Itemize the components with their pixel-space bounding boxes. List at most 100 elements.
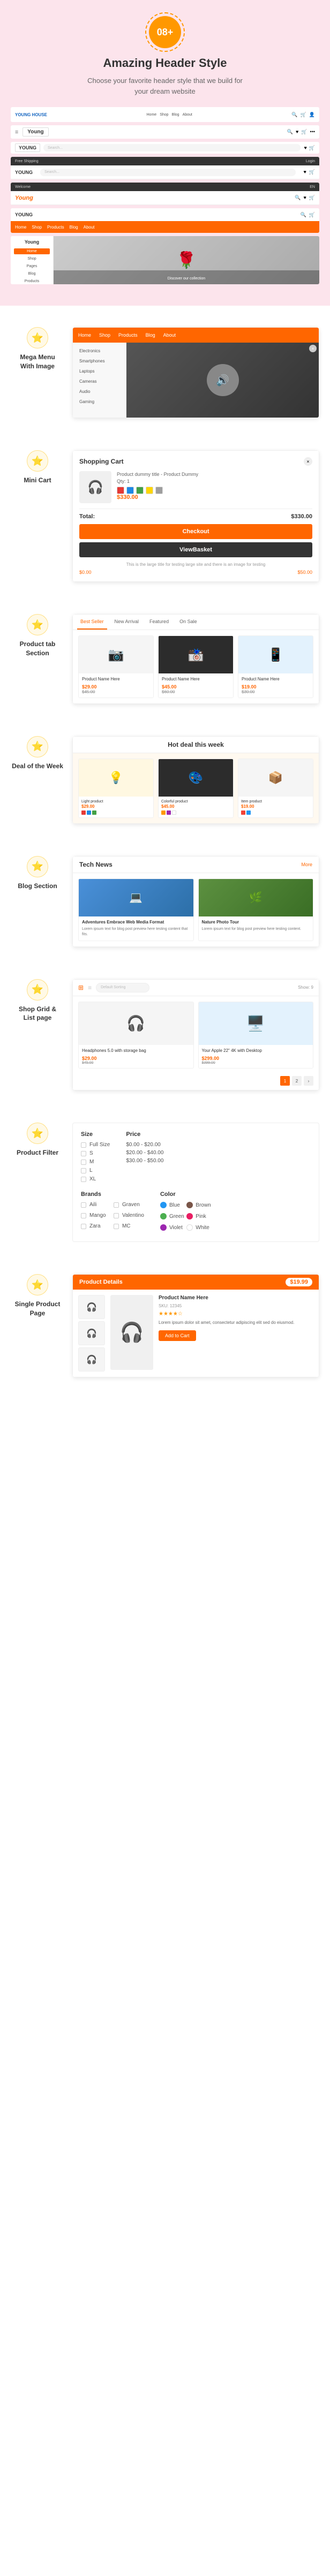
main-header-bar-5: Young 🔍 ♥ 🛒 xyxy=(11,191,319,205)
blog-header: Tech News More xyxy=(73,857,319,873)
nav-about[interactable]: About xyxy=(163,332,176,338)
mega-menu-preview: Home Shop Products Blog About Electronic… xyxy=(72,327,319,418)
list-view-icon[interactable]: ≡ xyxy=(88,984,92,991)
color-dot-green xyxy=(160,1213,167,1219)
product-img-1: 📷 xyxy=(79,636,153,673)
search-field[interactable]: Default Sorting xyxy=(96,983,149,992)
mega-item-cameras[interactable]: Cameras xyxy=(77,377,122,385)
tab-best-seller[interactable]: Best Seller xyxy=(77,615,107,630)
product-price-3: $19.00 xyxy=(242,684,310,690)
deal-section: ⭐ Deal of the Week Hot deal this week 💡 … xyxy=(0,725,330,835)
divider-2 xyxy=(0,429,330,440)
single-product-preview: Product Details $19.99 🎧 🎧 🎧 🎧 Product N… xyxy=(72,1274,319,1377)
nav-shop[interactable]: Shop xyxy=(99,332,110,338)
color-dot-blue2 xyxy=(246,810,251,815)
divider-5 xyxy=(0,835,330,845)
product-tab-label: ⭐ Product tabSection xyxy=(11,614,64,658)
blog-grid: 💻 Adventures Embrace Web Media Format Lo… xyxy=(73,873,319,946)
deal-card-3: 📦 Item product $19.00 xyxy=(238,759,313,818)
tab-new-arrival[interactable]: New Arrival xyxy=(111,615,142,630)
swatch-yellow[interactable] xyxy=(146,487,153,494)
sidebar-item-products[interactable]: Products xyxy=(14,278,50,284)
blog-preview: Tech News More 💻 Adventures Embrace Web … xyxy=(72,856,319,947)
sidebar-item-home[interactable]: Home xyxy=(14,248,50,254)
product-tab-container: Best Seller New Arrival Featured On Sale… xyxy=(72,614,319,703)
page-next-btn[interactable]: › xyxy=(304,1076,313,1086)
brand-mango-cb[interactable] xyxy=(81,1213,86,1218)
size-m-checkbox[interactable] xyxy=(81,1160,86,1165)
brand-aili-cb[interactable] xyxy=(81,1202,86,1208)
mini-cart-total-row: Total: $330.00 xyxy=(79,509,312,520)
header-title: Amazing Header Style xyxy=(11,56,319,70)
header-section: 08+ Amazing Header Style Choose your fav… xyxy=(0,0,330,306)
color-label: Color xyxy=(160,1191,211,1198)
mega-item-smartphones[interactable]: Smartphones xyxy=(77,357,122,365)
thumb-2[interactable]: 🎧 xyxy=(78,1321,105,1345)
blog-card-2: 🌿 Nature Photo Tour Lorem ipsum text for… xyxy=(198,878,314,941)
product-tab-star: ⭐ xyxy=(27,614,48,635)
search-icon-5: 🔍 xyxy=(295,195,301,201)
sidebar-item-blog[interactable]: Blog xyxy=(14,271,50,277)
mega-item-gaming[interactable]: Gaming xyxy=(77,398,122,406)
search-icon-6: 🔍 xyxy=(301,212,306,218)
price-range-3: $30.00 - $50.00 xyxy=(126,1158,163,1164)
cart-icon-2: 🛒 xyxy=(301,129,307,135)
nav-home[interactable]: Home xyxy=(78,332,91,338)
filter-size-col: Size Full Size S M L xyxy=(81,1131,110,1185)
add-to-cart-button[interactable]: Add to Cart xyxy=(159,1330,196,1341)
cart-icon-4: 🛒 xyxy=(309,169,315,175)
brand-graven-cb[interactable] xyxy=(114,1202,119,1208)
mega-close-btn[interactable]: × xyxy=(309,345,317,352)
size-l-checkbox[interactable] xyxy=(81,1168,86,1173)
search-4[interactable]: Search... xyxy=(40,169,296,176)
price-label: Price xyxy=(126,1131,163,1138)
search-icon-2: 🔍 xyxy=(287,129,293,135)
color-dot-white xyxy=(172,810,176,815)
mega-menu-topbar: Home Shop Products Blog About xyxy=(73,328,319,343)
page-1-btn[interactable]: 1 xyxy=(280,1076,290,1086)
swatch-gray[interactable] xyxy=(155,487,163,494)
brand-mc-cb[interactable] xyxy=(114,1224,119,1229)
brand-zara-cb[interactable] xyxy=(81,1224,86,1229)
shop-product-old-1: $45.00 xyxy=(82,1061,190,1065)
size-s-checkbox[interactable] xyxy=(81,1151,86,1156)
deal-card-title-1: Light product xyxy=(81,799,151,804)
view-cart-button[interactable]: ViewBasket xyxy=(79,542,312,557)
header-preview-5: Welcome EN Young 🔍 ♥ 🛒 xyxy=(11,183,319,205)
mega-item-laptops[interactable]: Laptops xyxy=(77,367,122,375)
size-fullsize-checkbox[interactable] xyxy=(81,1142,86,1148)
swatch-blue[interactable] xyxy=(126,487,134,494)
nav-products[interactable]: Products xyxy=(118,332,138,338)
icons-5: 🔍 ♥ 🛒 xyxy=(295,195,315,201)
grid-view-icon[interactable]: ⊞ xyxy=(78,984,84,991)
blog-more-link[interactable]: More xyxy=(301,862,312,867)
sidebar-item-shop[interactable]: Shop xyxy=(14,256,50,262)
mini-cart-close-btn[interactable]: × xyxy=(304,457,312,466)
checkout-button[interactable]: Checkout xyxy=(79,524,312,539)
size-xl-checkbox[interactable] xyxy=(81,1177,86,1182)
header-description: Choose your favorite header style that w… xyxy=(85,75,245,96)
swatch-green[interactable] xyxy=(136,487,144,494)
nav-blog[interactable]: Blog xyxy=(146,332,155,338)
thumb-1[interactable]: 🎧 xyxy=(78,1295,105,1319)
swatch-red[interactable] xyxy=(117,487,124,494)
page-2-btn[interactable]: 2 xyxy=(292,1076,302,1086)
tab-on-sale[interactable]: On Sale xyxy=(176,615,200,630)
thumb-3[interactable]: 🎧 xyxy=(78,1347,105,1372)
search-bar-3[interactable]: Search... xyxy=(43,144,301,151)
close-icon: × xyxy=(307,459,310,464)
sidebar-item-pages[interactable]: Pages xyxy=(14,263,50,269)
shop-product-img-2: 🖥️ xyxy=(199,1002,313,1045)
tab-featured[interactable]: Featured xyxy=(146,615,172,630)
logo-orange-5: Young xyxy=(15,195,33,201)
brand-valentino-cb[interactable] xyxy=(114,1213,119,1218)
mega-menu-label: ⭐ Mega MenuWith Image xyxy=(11,327,64,371)
mega-item-electronics[interactable]: Electronics xyxy=(77,347,122,355)
product-filter-title: Product Filter xyxy=(17,1148,58,1157)
product-old-price-2: $60.00 xyxy=(162,690,230,694)
blog-card-title-1: Adventures Embrace Web Media Format xyxy=(82,920,190,925)
deal-colors-3 xyxy=(241,810,310,815)
mega-item-audio[interactable]: Audio xyxy=(77,388,122,396)
blog-container: Tech News More 💻 Adventures Embrace Web … xyxy=(72,856,319,947)
deal-img-2: 🎨 xyxy=(159,759,233,797)
